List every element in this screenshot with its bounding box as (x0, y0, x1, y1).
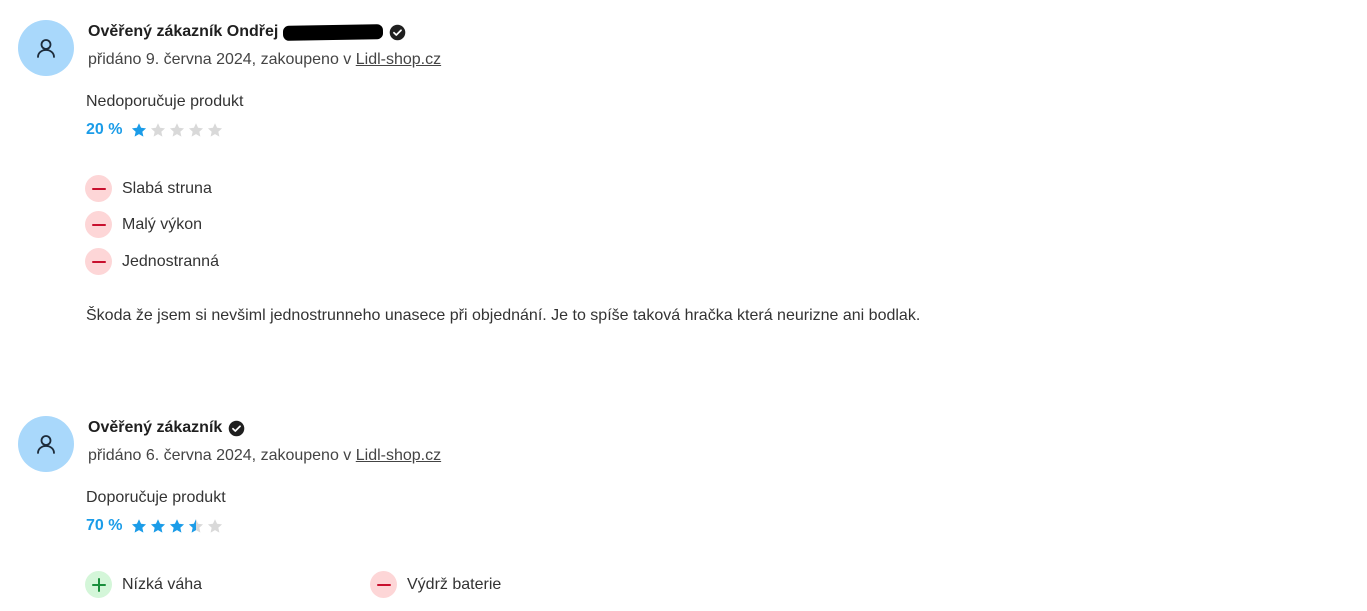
star-icon (150, 122, 166, 138)
rating-stars (131, 122, 223, 138)
recommendation-label: Nedoporučuje produkt (86, 93, 244, 110)
review-text: Škoda že jsem si nevšiml jednostrunneho … (86, 307, 921, 324)
star-icon (169, 518, 185, 534)
rating-percent: 70 % (86, 517, 123, 534)
star-icon (207, 122, 223, 138)
feature-label: Malý výkon (122, 215, 203, 233)
user-icon (37, 435, 55, 454)
star-icon (131, 518, 147, 534)
star-icon (150, 518, 166, 534)
feature-negative: Slabá struna (85, 175, 212, 202)
review-author: Ověřený zákazník (88, 419, 245, 437)
redacted-surname (283, 23, 384, 41)
rating-stars (131, 518, 223, 534)
rating: 20 % (86, 121, 223, 139)
shop-link[interactable]: Lidl-shop.cz (356, 447, 441, 464)
shop-link[interactable]: Lidl-shop.cz (356, 51, 441, 68)
rating-percent: 20 % (86, 121, 123, 138)
minus-icon (85, 248, 112, 275)
feature-label: Nízká váha (122, 575, 203, 593)
user-icon (37, 39, 55, 58)
review-date: přidáno 6. června 2024, zakoupeno v (88, 447, 356, 464)
review-meta: přidáno 9. června 2024, zakoupeno v Lidl… (88, 51, 441, 69)
verified-check-icon (229, 420, 245, 436)
star-icon (207, 518, 223, 534)
star-icon (131, 122, 147, 138)
feature-positive: Nízká váha (85, 571, 202, 598)
minus-icon (370, 571, 397, 598)
review-author: Ověřený zákazník Ondřej (88, 23, 406, 41)
star-icon (169, 122, 185, 138)
plus-icon (85, 571, 112, 598)
feature-negative: Malý výkon (85, 211, 202, 238)
star-icon (188, 518, 204, 534)
minus-icon (85, 175, 112, 202)
author-name: Ověřený zákazník (88, 419, 223, 436)
feature-negative: Výdrž baterie (370, 571, 501, 598)
rating: 70 % (86, 517, 223, 535)
minus-icon (85, 211, 112, 238)
review-meta: přidáno 6. června 2024, zakoupeno v Lidl… (88, 447, 441, 465)
review-date: přidáno 9. června 2024, zakoupeno v (88, 51, 356, 68)
feature-label: Slabá struna (122, 179, 212, 197)
avatar (18, 416, 74, 472)
author-name: Ověřený zákazník Ondřej (88, 23, 279, 40)
avatar (18, 20, 74, 76)
recommendation-label: Doporučuje produkt (86, 489, 226, 506)
star-icon (188, 122, 204, 138)
verified-check-icon (390, 24, 406, 40)
feature-label: Výdrž baterie (407, 575, 502, 593)
feature-negative: Jednostranná (85, 248, 219, 275)
feature-label: Jednostranná (122, 252, 219, 270)
